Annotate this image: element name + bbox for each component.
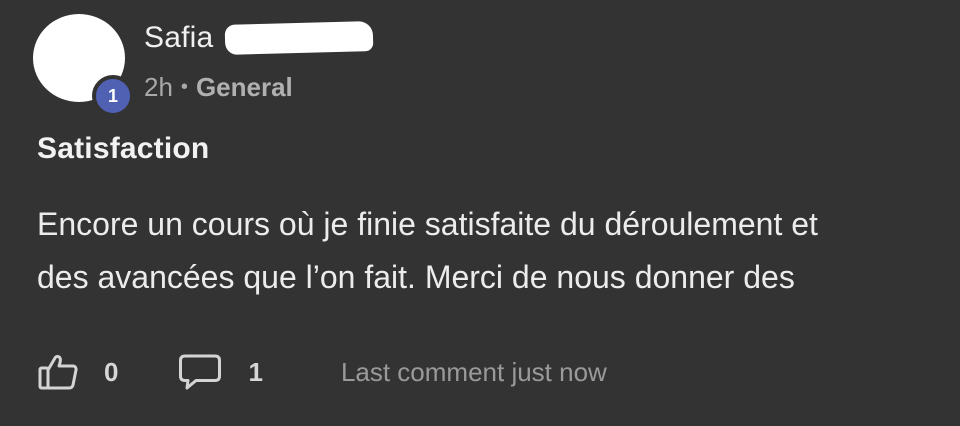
meta-separator: • xyxy=(180,75,188,98)
author-name[interactable]: Safia xyxy=(144,21,213,55)
like-count: 0 xyxy=(104,356,119,387)
post-meta: 2h • General xyxy=(144,70,293,104)
post-title: Satisfaction xyxy=(37,132,210,165)
comment-count: 1 xyxy=(248,356,263,387)
post-category[interactable]: General xyxy=(196,72,293,103)
post-time: 2h xyxy=(144,71,173,102)
level-badge: 1 xyxy=(92,75,134,117)
comment-button[interactable]: 1 xyxy=(178,353,263,391)
last-comment-status[interactable]: Last comment just now xyxy=(341,357,607,388)
post-footer: 0 1 Last comment just now xyxy=(38,350,607,394)
author-row: Safia xyxy=(144,18,374,58)
comment-bubble-icon xyxy=(178,353,222,391)
thumbs-up-icon xyxy=(38,353,78,391)
redaction-mark xyxy=(225,21,374,55)
post-body: Encore un cours où je finie satisfaite d… xyxy=(37,206,818,295)
post-card[interactable]: 1 Safia 2h • General Satisfaction Encore… xyxy=(0,0,960,426)
like-button[interactable]: 0 xyxy=(38,353,118,391)
